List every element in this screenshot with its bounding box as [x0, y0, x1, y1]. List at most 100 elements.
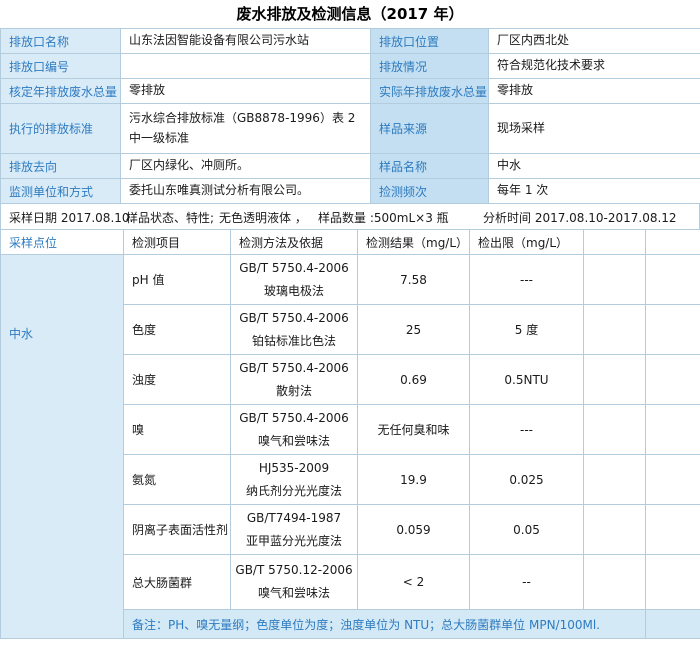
result-cell: 无任何臭和味: [358, 405, 470, 455]
info-label-sample-name: 样品名称: [371, 154, 489, 179]
remark-cell: 备注：PH、嗅无量纲；色度单位为度；浊度单位为 NTU；总大肠菌群单位 MPN/…: [124, 610, 646, 639]
detection-row-ph: 中水 pH 值 GB/T 5750.4-2006 玻璃电极法 7.58 ---: [1, 255, 700, 305]
method-cell: GB/T 5750.4-2006 铂钴标准比色法: [231, 305, 358, 355]
method-standard: GB/T 5750.4-2006: [231, 257, 357, 280]
limit-cell: ---: [470, 255, 584, 305]
method-cell: GB/T 5750.12-2006 嗅气和尝味法: [231, 555, 358, 610]
result-cell: 0.69: [358, 355, 470, 405]
info-row: 排放去向 厂区内绿化、冲厕所。 样品名称 中水: [1, 154, 700, 179]
info-value-approved-total: 零排放: [121, 79, 371, 104]
method-name: 玻璃电极法: [231, 280, 357, 303]
info-value-test-frequency: 每年 1 次: [489, 179, 700, 204]
info-value-actual-total: 零排放: [489, 79, 700, 104]
wastewater-report-page: 废水排放及检测信息（2017 年） 排放口名称 山东法因智能设备有限公司污水站 …: [0, 0, 700, 648]
empty-cell: [584, 405, 646, 455]
method-name: 散射法: [231, 380, 357, 403]
info-value-outlet-location: 厂区内西北处: [489, 29, 700, 54]
empty-cell: [584, 505, 646, 555]
analysis-time: 分析时间 2017.08.10-2017.08.12: [483, 209, 677, 226]
limit-cell: ---: [470, 405, 584, 455]
info-value-sample-name: 中水: [489, 154, 700, 179]
result-cell: 7.58: [358, 255, 470, 305]
item-cell: 浊度: [124, 355, 231, 405]
method-cell: GB/T 5750.4-2006 玻璃电极法: [231, 255, 358, 305]
method-cell: GB/T7494-1987 亚甲蓝分光光度法: [231, 505, 358, 555]
empty-cell: [646, 355, 700, 405]
info-value-outlet-name: 山东法因智能设备有限公司污水站: [121, 29, 371, 54]
empty-cell: [646, 405, 700, 455]
empty-cell: [646, 455, 700, 505]
result-cell: < 2: [358, 555, 470, 610]
empty-cell: [646, 505, 700, 555]
method-standard: GB/T 5750.4-2006: [231, 307, 357, 330]
info-value-sample-source: 现场采样: [489, 104, 700, 154]
sample-state-value: 无色透明液体 ，: [219, 209, 307, 226]
header-empty-cell: [646, 230, 700, 255]
info-row: 排放口编号 排放情况 符合规范化技术要求: [1, 54, 700, 79]
limit-cell: 0.05: [470, 505, 584, 555]
empty-cell: [584, 455, 646, 505]
empty-cell: [584, 355, 646, 405]
empty-cell: [646, 555, 700, 610]
info-row: 核定年排放废水总量 零排放 实际年排放废水总量 零排放: [1, 79, 700, 104]
detection-header-row: 采样点位 检测项目 检测方法及依据 检测结果（mg/L） 检出限（mg/L）: [1, 230, 700, 255]
limit-cell: 0.5NTU: [470, 355, 584, 405]
method-name: 纳氏剂分光光度法: [231, 480, 357, 503]
detection-table: 采样点位 检测项目 检测方法及依据 检测结果（mg/L） 检出限（mg/L） 中…: [0, 229, 700, 639]
info-label-monitor-unit: 监测单位和方式: [1, 179, 121, 204]
info-label-destination: 排放去向: [1, 154, 121, 179]
sample-quantity: 样品数量 :500mL×3 瓶: [318, 209, 449, 226]
info-label-test-frequency: 捡测频次: [371, 179, 489, 204]
result-cell: 25: [358, 305, 470, 355]
discharge-info-table: 排放口名称 山东法因智能设备有限公司污水站 排放口位置 厂区内西北处 排放口编号…: [0, 28, 700, 204]
item-cell: pH 值: [124, 255, 231, 305]
info-value-standard: 污水综合排放标准（GB8878-1996）表 2 中一级标准: [121, 104, 371, 154]
method-standard: HJ535-2009: [231, 457, 357, 480]
empty-cell: [584, 555, 646, 610]
item-cell: 嗅: [124, 405, 231, 455]
method-standard: GB/T 5750.4-2006: [231, 407, 357, 430]
method-standard: GB/T7494-1987: [231, 507, 357, 530]
info-label-discharge-status: 排放情况: [371, 54, 489, 79]
header-test-item: 检测项目: [124, 230, 231, 255]
info-label-standard: 执行的排放标准: [1, 104, 121, 154]
page-title: 废水排放及检测信息（2017 年）: [0, 0, 700, 28]
header-sampling-site: 采样点位: [1, 230, 124, 255]
info-label-approved-total: 核定年排放废水总量: [1, 79, 121, 104]
sample-date: 采样日期 2017.08.10.: [9, 209, 133, 226]
result-cell: 0.059: [358, 505, 470, 555]
empty-cell: [584, 255, 646, 305]
info-value-discharge-status: 符合规范化技术要求: [489, 54, 700, 79]
info-label-outlet-name: 排放口名称: [1, 29, 121, 54]
remark-empty-cell: [646, 610, 700, 639]
limit-cell: 5 度: [470, 305, 584, 355]
method-name: 亚甲蓝分光光度法: [231, 530, 357, 553]
header-test-result: 检测结果（mg/L）: [358, 230, 470, 255]
info-value-monitor-unit: 委托山东唯真测试分析有限公司。: [121, 179, 371, 204]
sample-state-label: 样品状态、特性;: [126, 209, 214, 226]
info-value-destination: 厂区内绿化、冲厕所。: [121, 154, 371, 179]
result-cell: 19.9: [358, 455, 470, 505]
info-label-sample-source: 样品来源: [371, 104, 489, 154]
info-label-outlet-number: 排放口编号: [1, 54, 121, 79]
header-detection-limit: 检出限（mg/L）: [470, 230, 584, 255]
method-name: 嗅气和尝味法: [231, 582, 357, 605]
method-name: 铂钴标准比色法: [231, 330, 357, 353]
info-value-outlet-number: [121, 54, 371, 79]
method-cell: GB/T 5750.4-2006 散射法: [231, 355, 358, 405]
info-label-outlet-location: 排放口位置: [371, 29, 489, 54]
info-row: 监测单位和方式 委托山东唯真测试分析有限公司。 捡测频次 每年 1 次: [1, 179, 700, 204]
empty-cell: [646, 255, 700, 305]
info-row: 排放口名称 山东法因智能设备有限公司污水站 排放口位置 厂区内西北处: [1, 29, 700, 54]
empty-cell: [646, 305, 700, 355]
sampling-site-cell: 中水: [1, 255, 124, 639]
header-test-method: 检测方法及依据: [231, 230, 358, 255]
limit-cell: 0.025: [470, 455, 584, 505]
method-cell: HJ535-2009 纳氏剂分光光度法: [231, 455, 358, 505]
sample-info-row: 采样日期 2017.08.10. 样品状态、特性; 无色透明液体 ， 样品数量 …: [0, 204, 700, 229]
method-standard: GB/T 5750.4-2006: [231, 357, 357, 380]
limit-cell: --: [470, 555, 584, 610]
header-empty-cell: [584, 230, 646, 255]
item-cell: 氨氮: [124, 455, 231, 505]
info-row: 执行的排放标准 污水综合排放标准（GB8878-1996）表 2 中一级标准 样…: [1, 104, 700, 154]
